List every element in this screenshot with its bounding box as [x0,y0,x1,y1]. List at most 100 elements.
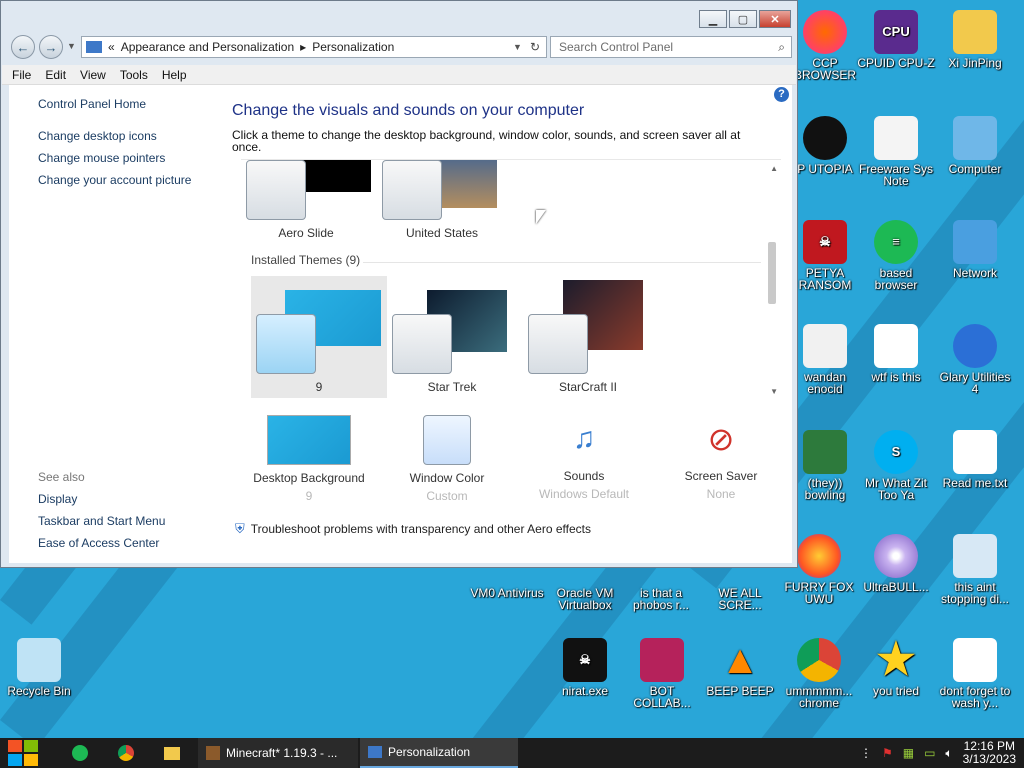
desktop-icon-readme[interactable]: Read me.txt [936,430,1014,489]
troubleshoot-link[interactable]: ⛨ Troubleshoot problems with transparenc… [235,521,591,537]
desktop-icon-dont-forget[interactable]: dont forget to wash y... [936,638,1014,709]
desktop-icon-you-tried[interactable]: ★ you tried [857,638,935,698]
desktop-icon-glary-utilities[interactable]: Glary Utilities 4 [936,324,1014,395]
link-display[interactable]: Display [38,492,228,506]
link-control-panel-home[interactable]: Control Panel Home [38,97,228,111]
skull-icon: ☠ [563,638,607,682]
theme-list[interactable]: Aero Slide United States Installed Theme… [241,159,781,400]
menu-file[interactable]: File [12,68,31,82]
scroll-down-icon[interactable]: ▼ [770,387,778,396]
flag-icon[interactable]: ⚑ [882,746,893,760]
maximize-button[interactable]: ▢ [729,10,757,28]
desktop-icon-label: this aint stopping di... [940,580,1010,606]
screen-saver-setting[interactable]: ⊘ Screen Saver None [651,415,791,501]
menu-view[interactable]: View [80,68,106,82]
recent-pages-icon[interactable]: ▼ [67,41,76,51]
network-icon[interactable]: ▭ [924,746,935,760]
chrome-icon [118,745,134,761]
desktop-icon-nirat[interactable]: ☠ nirat.exe [546,638,624,697]
title-bar[interactable]: ▁ ▢ ✕ [1,1,797,35]
link-change-mouse-pointers[interactable]: Change mouse pointers [38,151,228,165]
back-button[interactable]: ← [11,35,35,59]
search-input[interactable]: Search Control Panel ⌕ [550,36,792,58]
menu-edit[interactable]: Edit [45,68,66,82]
window-color-icon [423,415,471,465]
app-icon [639,570,683,584]
refresh-icon[interactable]: ↻ [530,40,540,54]
window-color-setting[interactable]: Window Color Custom [377,415,517,503]
screen-saver-icon: ⊘ [707,421,735,457]
menu-tools[interactable]: Tools [120,68,148,82]
sounds-setting[interactable]: ♫ Sounds Windows Default [514,415,654,501]
desktop-icon-label: Xi JinPing [948,56,1002,70]
link-change-desktop-icons[interactable]: Change desktop icons [38,129,228,143]
desktop-icon-freeware-sys-note[interactable]: Freeware Sys Note [857,116,935,187]
desktop-icon-ultrabull[interactable]: UltraBULL... [857,534,935,593]
theme-label: United States [405,226,479,240]
forward-button[interactable]: → [39,35,63,59]
search-icon[interactable]: ⌕ [778,40,785,55]
desktop-icon-label: wandan enocid [803,370,847,396]
desktop-icon-beep-beep[interactable]: ▲ BEEP BEEP [701,638,779,697]
desktop-icon-recycle-bin[interactable]: Recycle Bin [0,638,78,697]
breadcrumb-appearance[interactable]: Appearance and Personalization [121,40,294,54]
more-icon[interactable]: ⋮ [860,746,872,760]
desktop-background-icon [267,415,351,465]
desktop-icon-bot-collab[interactable]: BOT COLLAB... [623,638,701,709]
dropdown-icon[interactable]: ▼ [513,42,522,52]
desktop-icon-label: WE ALL SCRE... [718,586,762,612]
clock-date: 3/13/2023 [962,752,1016,766]
link-taskbar-start-menu[interactable]: Taskbar and Start Menu [38,514,228,528]
virtualbox-icon [563,570,607,584]
start-button[interactable] [8,738,38,768]
close-button[interactable]: ✕ [759,10,791,28]
desktop-icon-this-aint-stopping[interactable]: this aint stopping di... [936,534,1014,605]
desktop-icon-label: Mr What Zit Too Ya [865,476,927,502]
theme-aero-slide[interactable]: Aero Slide [241,160,371,244]
desktop-icon-we-all-scre[interactable]: WE ALL SCRE... [701,570,779,611]
desktop-icon-network[interactable]: Network [936,220,1014,279]
recycle-bin-icon [17,638,61,682]
desktop-icon-wtf-is-this[interactable]: wtf is this [857,324,935,383]
desktop-icon-computer[interactable]: Computer [936,116,1014,175]
meme-icon [803,324,847,368]
taskbar-personalization[interactable]: Personalization [360,738,518,768]
address-bar[interactable]: « Appearance and Personalization ▸ Perso… [81,36,547,58]
section-divider [363,262,761,263]
theme-list-scrollbar[interactable]: ▲ ▼ [765,160,781,400]
theme-9[interactable]: 9 [251,276,387,398]
desktop-icon-chrome[interactable]: ummmmm... chrome [780,638,858,709]
desktop-icon-label: based browser [874,266,918,292]
clock[interactable]: 12:16 PM 3/13/2023 [963,740,1016,766]
taskbar-spotify[interactable] [72,738,88,768]
theme-star-trek[interactable]: Star Trek [387,276,517,398]
menu-help[interactable]: Help [162,68,187,82]
theme-united-states[interactable]: United States [377,160,507,244]
scrollbar-thumb[interactable] [768,242,776,304]
taskbar-file-explorer[interactable] [164,738,180,768]
breadcrumb-personalization[interactable]: Personalization [312,40,394,54]
scroll-up-icon[interactable]: ▲ [770,164,778,173]
taskbar-minecraft[interactable]: Minecraft* 1.19.3 - ... [198,738,358,768]
desktop-icon-vm0[interactable]: VM0 Antivirus [468,570,546,599]
help-icon[interactable]: ? [774,87,789,102]
taskbar-chrome[interactable] [118,738,134,768]
volume-icon[interactable]: 🔈︎ [945,746,952,761]
disc-icon [874,534,918,578]
link-change-account-picture[interactable]: Change your account picture [38,173,228,187]
desktop-icon-based-browser[interactable]: ≡ based browser [857,220,935,291]
desktop-icon-xi-jinping[interactable]: Xi JinPing [936,10,1014,69]
minecraft-icon [206,746,220,760]
link-ease-of-access[interactable]: Ease of Access Center [38,536,228,550]
desktop-icon-virtualbox[interactable]: Oracle VM Virtualbox [546,570,624,611]
theme-starcraft-ii[interactable]: StarCraft II [523,276,653,398]
desktop-icon-phobos[interactable]: is that a phobos r... [622,570,700,611]
setting-value: 9 [305,489,313,503]
desktop-icon-label: (they)) bowling [804,476,846,502]
chrome-icon [797,638,841,682]
notification-icon[interactable]: ▦ [903,746,914,760]
desktop-icon-skype[interactable]: S Mr What Zit Too Ya [857,430,935,501]
minimize-button[interactable]: ▁ [699,10,727,28]
desktop-background-setting[interactable]: Desktop Background 9 [239,415,379,503]
desktop-icon-cpu-z[interactable]: CPU CPUID CPU-Z [857,10,935,69]
